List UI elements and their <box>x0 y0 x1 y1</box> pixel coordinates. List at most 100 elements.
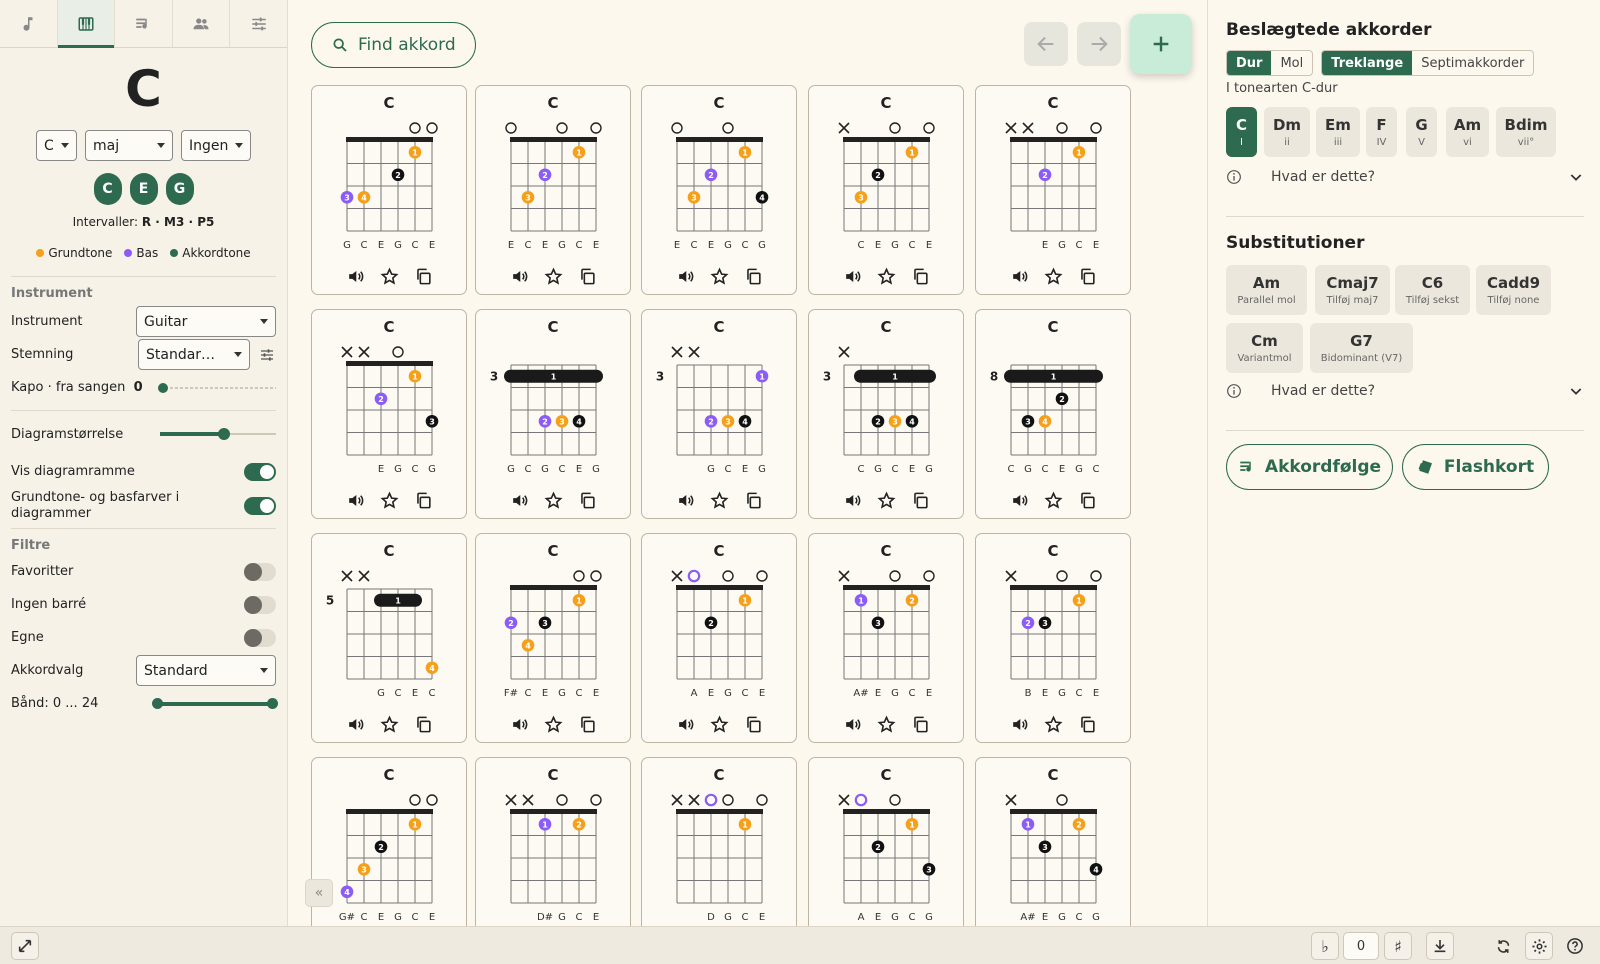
chord-card[interactable]: C1234GCEGCE <box>311 85 467 295</box>
play-button[interactable] <box>345 490 365 510</box>
fret-min-knob[interactable] <box>152 697 163 709</box>
mode-option-dur[interactable]: Dur <box>1227 51 1272 75</box>
copy-button[interactable] <box>577 490 597 510</box>
chord-card[interactable]: C123CEGCE <box>808 85 964 295</box>
play-button[interactable] <box>842 490 862 510</box>
diatonic-chord-bdim[interactable]: Bdim vii° <box>1496 107 1556 157</box>
copy-button[interactable] <box>743 490 763 510</box>
favorite-button[interactable] <box>876 714 896 734</box>
substitution-chord-c6[interactable]: C6 Tilføj sekst <box>1395 265 1470 315</box>
chord-card[interactable]: C31234GCGCEG <box>475 309 631 519</box>
progression-button[interactable]: Akkordfølge <box>1226 444 1393 490</box>
settings-button[interactable] <box>1525 932 1553 960</box>
tab-music-note[interactable] <box>0 0 58 47</box>
transpose-value[interactable]: 0 <box>1343 932 1379 960</box>
capo-slider[interactable] <box>158 381 276 395</box>
favorite-button[interactable] <box>543 714 563 734</box>
favorite-button[interactable] <box>1043 490 1063 510</box>
play-button[interactable] <box>842 714 862 734</box>
chord-card[interactable]: C1DGCE <box>641 757 797 926</box>
diatonic-chord-em[interactable]: Em iii <box>1316 107 1360 157</box>
find-chord-button[interactable]: Find akkord <box>311 22 476 68</box>
tab-sliders[interactable] <box>230 0 287 47</box>
download-button[interactable] <box>1426 932 1454 960</box>
play-button[interactable] <box>345 714 365 734</box>
chord-card[interactable]: C12AEGCE <box>641 533 797 743</box>
quality-select[interactable]: maj <box>85 130 173 161</box>
chord-card[interactable]: C31234GCEG <box>641 309 797 519</box>
favorite-button[interactable] <box>1043 266 1063 286</box>
diatonic-chord-c[interactable]: CI <box>1226 107 1257 157</box>
sharp-button[interactable]: ♯ <box>1384 932 1412 960</box>
type-option-triads[interactable]: Treklange <box>1322 51 1413 75</box>
favorite-button[interactable] <box>379 490 399 510</box>
chord-card[interactable]: C 1 2 3 4 G# C E G C E <box>311 757 467 926</box>
chord-card[interactable]: C81234CGCEGC <box>975 309 1131 519</box>
favorite-button[interactable] <box>543 266 563 286</box>
chord-choice-select[interactable]: Standard <box>136 655 276 686</box>
chord-card[interactable]: C123EGCG <box>311 309 467 519</box>
forward-button[interactable] <box>1077 22 1121 66</box>
back-button[interactable] <box>1024 22 1068 66</box>
diatonic-chord-am[interactable]: Am vi <box>1446 107 1489 157</box>
show-frame-toggle[interactable] <box>244 462 276 481</box>
chord-card[interactable]: C 1 2 3 4 F# C E G C E <box>475 533 631 743</box>
flat-button[interactable]: ♭ <box>1311 932 1339 960</box>
note-pill[interactable]: E <box>129 173 158 205</box>
copy-button[interactable] <box>910 714 930 734</box>
capo-knob[interactable] <box>158 382 168 393</box>
copy-button[interactable] <box>1077 714 1097 734</box>
favorite-button[interactable] <box>709 490 729 510</box>
copy-button[interactable] <box>910 266 930 286</box>
play-button[interactable] <box>842 266 862 286</box>
fullscreen-button[interactable] <box>11 932 39 960</box>
play-button[interactable] <box>1009 490 1029 510</box>
related-what-is-this[interactable]: Hvad er dette? <box>1226 169 1584 185</box>
flashcard-button[interactable]: Flashkort <box>1402 444 1549 490</box>
bass-select[interactable]: Ingen <box>181 130 251 161</box>
copy-button[interactable] <box>413 714 433 734</box>
play-button[interactable] <box>509 266 529 286</box>
copy-button[interactable] <box>1077 490 1097 510</box>
favorite-button[interactable] <box>543 490 563 510</box>
note-pill[interactable]: C <box>93 173 122 205</box>
diagram-size-knob[interactable] <box>217 428 230 440</box>
copy-button[interactable] <box>577 266 597 286</box>
tab-playlist[interactable] <box>115 0 173 47</box>
diatonic-chord-dm[interactable]: Dm ii <box>1264 107 1310 157</box>
play-button[interactable] <box>675 714 695 734</box>
substitution-chord-cmaj7[interactable]: Cmaj7 Tilføj maj7 <box>1315 265 1390 315</box>
copy-button[interactable] <box>1077 266 1097 286</box>
add-button[interactable] <box>1130 14 1192 74</box>
mode-option-mol[interactable]: Mol <box>1271 51 1312 75</box>
favorite-button[interactable] <box>876 266 896 286</box>
play-button[interactable] <box>509 490 529 510</box>
tune-settings-icon[interactable] <box>258 347 276 363</box>
play-button[interactable] <box>675 266 695 286</box>
favorites-toggle[interactable] <box>244 562 276 581</box>
root-select[interactable]: C <box>36 130 77 161</box>
play-button[interactable] <box>1009 714 1029 734</box>
help-button[interactable] <box>1561 932 1589 960</box>
chord-card[interactable]: C514GCEC <box>311 533 467 743</box>
own-toggle[interactable] <box>244 628 276 647</box>
copy-button[interactable] <box>413 490 433 510</box>
favorite-button[interactable] <box>379 714 399 734</box>
chord-card[interactable]: C123AEGCG <box>808 757 964 926</box>
chord-card[interactable]: C 1 2 D# G C E <box>475 757 631 926</box>
copy-button[interactable] <box>743 266 763 286</box>
tab-piano[interactable] <box>57 0 116 48</box>
chord-card[interactable]: C123ECEGCE <box>475 85 631 295</box>
note-pill[interactable]: G <box>165 173 194 205</box>
copy-button[interactable] <box>910 490 930 510</box>
copy-button[interactable] <box>743 714 763 734</box>
play-button[interactable] <box>509 714 529 734</box>
substitution-chord-g7[interactable]: G7 Bidominant (V7) <box>1310 323 1413 373</box>
copy-button[interactable] <box>577 714 597 734</box>
chord-card[interactable]: C31234CGCEG <box>808 309 964 519</box>
diagram-size-slider[interactable] <box>160 427 276 441</box>
chord-card[interactable]: C 1 2 3 A# E G C E <box>808 533 964 743</box>
chord-card[interactable]: C 1 2 3 4 A# E G C G <box>975 757 1131 926</box>
favorite-button[interactable] <box>1043 714 1063 734</box>
collapse-panel-button[interactable]: « <box>305 879 333 907</box>
